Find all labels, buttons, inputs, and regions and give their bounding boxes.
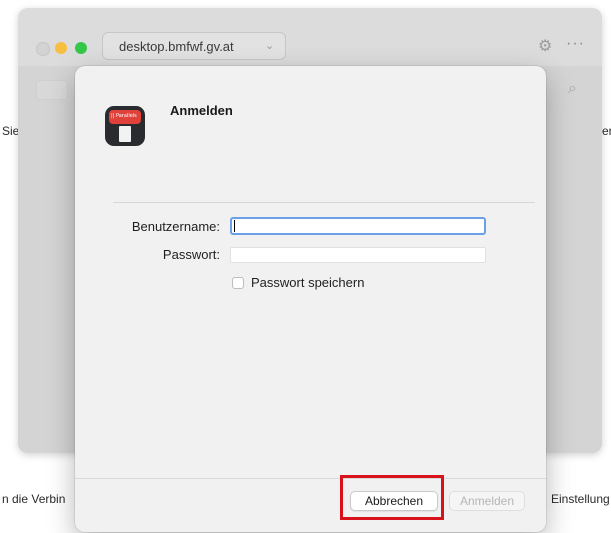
address-text: desktop.bmfwf.gv.at (119, 39, 234, 54)
login-button[interactable]: Anmelden (449, 491, 525, 511)
username-label: Benutzername: (131, 219, 220, 234)
dialog-title: Anmelden (170, 103, 233, 118)
maximize-window-button[interactable] (75, 42, 87, 54)
footer-divider (75, 478, 546, 479)
search-icon[interactable]: ⌕ (568, 80, 577, 98)
remember-password-label[interactable]: Passwort speichern (251, 275, 364, 290)
login-dialog: || Parallels Anmelden Benutzername: Pass… (75, 66, 546, 532)
more-icon[interactable]: ··· (566, 35, 585, 53)
background-text-left-2: n die Verbin (2, 492, 66, 506)
parallels-logo-text: || Parallels (111, 113, 137, 119)
toolbar-field[interactable] (36, 80, 68, 100)
background-text-right-2: Einstellung (551, 492, 610, 506)
password-input[interactable] (230, 247, 486, 263)
background-text-right-1: er (602, 124, 611, 138)
divider (113, 202, 535, 203)
address-bar[interactable]: desktop.bmfwf.gv.at ⌄ (102, 32, 286, 60)
minimize-window-button[interactable] (55, 42, 67, 54)
close-window-button[interactable] (36, 42, 50, 56)
chevron-down-icon[interactable]: ⌄ (265, 39, 274, 52)
remember-password-checkbox[interactable] (232, 277, 244, 289)
highlight-box (340, 475, 444, 520)
password-label: Passwort: (162, 247, 220, 262)
door-icon (119, 126, 131, 142)
parallels-app-icon: || Parallels (105, 106, 145, 146)
username-input[interactable] (230, 217, 486, 235)
gear-icon[interactable]: ⚙ (538, 36, 552, 56)
text-cursor (234, 220, 235, 232)
background-text-left-1: Sie (2, 124, 20, 138)
